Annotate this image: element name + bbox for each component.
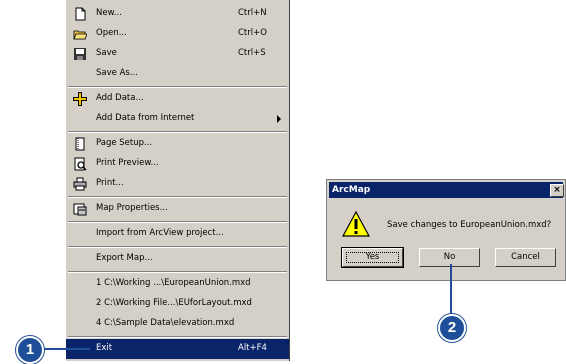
submenu-arrow-icon bbox=[277, 115, 281, 123]
dialog-message: Save changes to EuropeanUnion.mxd? bbox=[387, 220, 552, 230]
menu-separator bbox=[68, 246, 287, 248]
cancel-button[interactable]: Cancel bbox=[495, 248, 556, 267]
map-properties-icon bbox=[73, 203, 87, 216]
menu-item-print-preview[interactable]: Print Preview... bbox=[66, 154, 289, 174]
menu-item-label: Add Data... bbox=[96, 93, 144, 103]
callout-badge-1: 1 bbox=[16, 336, 44, 364]
menu-item-print[interactable]: Print... bbox=[66, 174, 289, 194]
menu-separator bbox=[68, 196, 287, 198]
page-setup-icon bbox=[75, 137, 85, 151]
callout-badge-2: 2 bbox=[438, 314, 466, 342]
menu-item-save-as[interactable]: Save As... bbox=[66, 64, 289, 84]
menu-separator bbox=[68, 336, 287, 338]
menu-separator bbox=[68, 86, 287, 88]
save-changes-dialog: ArcMap × Save changes to EuropeanUnion.m… bbox=[326, 179, 566, 281]
menu-shortcut: Ctrl+N bbox=[238, 8, 267, 18]
save-disk-icon bbox=[74, 48, 86, 60]
menu-item-label: Page Setup... bbox=[96, 138, 153, 148]
menu-item-recent-file-2[interactable]: 2 C:\Working File...\EUforLayout.mxd bbox=[66, 294, 289, 314]
cancel-button-label: Cancel bbox=[511, 252, 540, 262]
menu-shortcut: Ctrl+S bbox=[238, 48, 266, 58]
menu-item-import-arcview[interactable]: Import from ArcView project... bbox=[66, 224, 289, 244]
menu-item-label: Map Properties... bbox=[96, 203, 168, 213]
callout-leader-line bbox=[450, 264, 452, 320]
menu-item-exit[interactable]: Exit Alt+F4 bbox=[66, 339, 289, 359]
menu-item-label: Add Data from Internet bbox=[96, 113, 195, 123]
add-data-icon bbox=[73, 92, 87, 106]
menu-item-add-data-internet[interactable]: Add Data from Internet bbox=[66, 109, 289, 129]
menu-item-label: 4 C:\Sample Data\elevation.mxd bbox=[96, 318, 235, 328]
menu-item-label: Print Preview... bbox=[96, 158, 159, 168]
menu-item-label: Exit bbox=[96, 343, 113, 353]
print-preview-icon bbox=[74, 157, 87, 171]
menu-shortcut: Ctrl+O bbox=[238, 28, 267, 38]
menu-item-label: Import from ArcView project... bbox=[96, 228, 224, 238]
menu-item-label: Save bbox=[96, 48, 117, 58]
menu-item-recent-file-4[interactable]: 4 C:\Sample Data\elevation.mxd bbox=[66, 314, 289, 334]
menu-separator bbox=[68, 221, 287, 223]
printer-icon bbox=[73, 177, 87, 191]
dialog-title: ArcMap bbox=[332, 185, 371, 195]
menu-item-label: Print... bbox=[96, 178, 124, 188]
yes-button[interactable]: Yes bbox=[341, 247, 404, 268]
menu-item-new[interactable]: New... Ctrl+N bbox=[66, 4, 289, 24]
menu-item-label: 1 C:\Working ...\EuropeanUnion.mxd bbox=[96, 278, 251, 288]
menu-separator bbox=[68, 271, 287, 273]
menu-item-map-properties[interactable]: Map Properties... bbox=[66, 199, 289, 219]
close-icon[interactable]: × bbox=[550, 184, 564, 197]
no-button-label: No bbox=[443, 252, 456, 262]
menu-item-label: 2 C:\Working File...\EUforLayout.mxd bbox=[96, 298, 252, 308]
menu-item-recent-file-1[interactable]: 1 C:\Working ...\EuropeanUnion.mxd bbox=[66, 274, 289, 294]
callout-leader-line bbox=[40, 348, 90, 350]
new-document-icon bbox=[75, 7, 86, 21]
menu-item-open[interactable]: Open... Ctrl+O bbox=[66, 24, 289, 44]
menu-item-label: Open... bbox=[96, 28, 127, 38]
menu-item-label: Save As... bbox=[96, 68, 138, 78]
menu-item-label: New... bbox=[96, 8, 122, 18]
menu-item-add-data[interactable]: Add Data... bbox=[66, 89, 289, 109]
warning-icon bbox=[341, 210, 371, 237]
file-menu: New... Ctrl+N Open... Ctrl+O Save Ctrl+S… bbox=[65, 0, 290, 361]
menu-item-label: Export Map... bbox=[96, 253, 153, 263]
yes-button-label: Yes bbox=[365, 252, 380, 262]
menu-shortcut: Alt+F4 bbox=[238, 343, 267, 353]
dialog-titlebar: ArcMap × bbox=[329, 182, 564, 198]
menu-item-page-setup[interactable]: Page Setup... bbox=[66, 134, 289, 154]
menu-separator bbox=[68, 131, 287, 133]
open-folder-icon bbox=[73, 30, 87, 40]
menu-item-export-map[interactable]: Export Map... bbox=[66, 249, 289, 269]
menu-item-save[interactable]: Save Ctrl+S bbox=[66, 44, 289, 64]
